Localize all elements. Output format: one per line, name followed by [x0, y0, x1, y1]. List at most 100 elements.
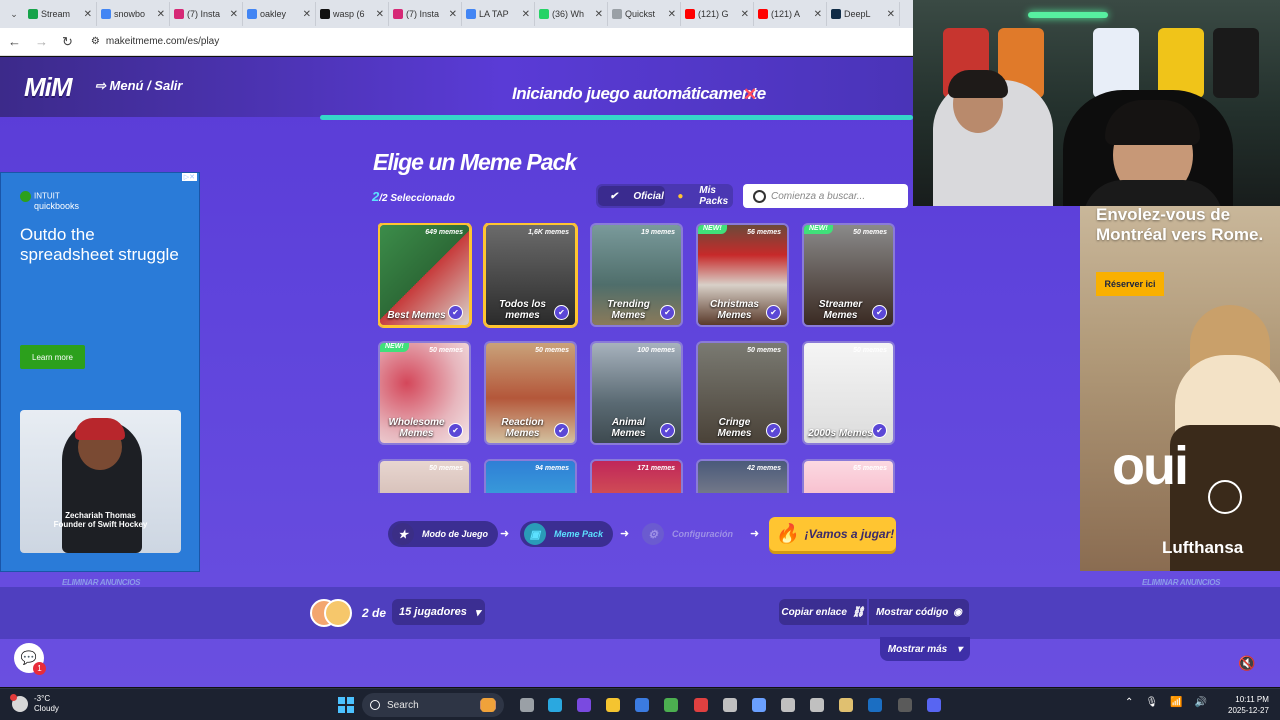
- browser-tab[interactable]: DeepL ✕: [827, 2, 900, 26]
- volume-icon[interactable]: 🔊: [1195, 697, 1207, 708]
- meme-pack-card[interactable]: 94 memes: [484, 459, 577, 493]
- close-tab-icon[interactable]: ✕: [230, 9, 238, 20]
- taskbar-app-icon[interactable]: [868, 698, 882, 712]
- start-game-button[interactable]: 🔥 ¡Vamos a jugar!: [769, 517, 896, 551]
- clock[interactable]: 10:11 PM 2025-12-27: [1228, 694, 1269, 716]
- meme-pack-card[interactable]: NEW! 50 memes Streamer Memes ✔: [802, 223, 895, 327]
- meme-pack-card[interactable]: 50 memes Cringe Memes ✔: [696, 341, 789, 445]
- browser-tab[interactable]: wasp (6 ✕: [316, 2, 389, 26]
- chat-button[interactable]: 💬 1: [14, 643, 46, 675]
- close-tab-icon[interactable]: ✕: [157, 9, 165, 20]
- step-game-mode[interactable]: ★ Modo de Juego: [388, 521, 498, 547]
- step-meme-pack[interactable]: ▣ Meme Pack: [520, 521, 614, 547]
- meme-pack-card[interactable]: 50 memes Reaction Memes ✔: [484, 341, 577, 445]
- chat-badge: 1: [33, 662, 46, 675]
- browser-tab[interactable]: (7) Insta ✕: [389, 2, 462, 26]
- max-players-select[interactable]: 15 jugadores ▾: [392, 599, 485, 625]
- lufthansa-ad[interactable]: Envolez-vous de Montréal vers Rome. Rése…: [1080, 205, 1280, 571]
- meme-pack-grid[interactable]: 649 memes Best Memes ✔ 1,6K memes Todos los …: [378, 223, 900, 493]
- reserve-button[interactable]: Réserver ici: [1096, 272, 1164, 296]
- browser-tab[interactable]: snowbo ✕: [97, 2, 170, 26]
- meme-pack-card[interactable]: 19 memes Trending Memes ✔: [590, 223, 683, 327]
- close-tab-icon[interactable]: ✕: [741, 9, 749, 20]
- tray-chevron-icon[interactable]: ⌃: [1125, 697, 1133, 708]
- close-tab-icon[interactable]: ✕: [887, 9, 895, 20]
- meme-pack-card[interactable]: 649 memes Best Memes ✔: [378, 223, 471, 327]
- browser-tab[interactable]: (121) A ✕: [754, 2, 827, 26]
- menu-exit-button[interactable]: ⇨ Menú / Salir: [95, 78, 182, 94]
- meme-pack-card[interactable]: 100 memes Animal Memes ✔: [590, 341, 683, 445]
- wifi-icon[interactable]: 📶: [1170, 697, 1182, 708]
- close-tab-icon[interactable]: ✕: [303, 9, 311, 20]
- taskbar-app-icon[interactable]: [520, 698, 534, 712]
- taskbar-app-icon[interactable]: [548, 698, 562, 712]
- toggle-official[interactable]: ✔ Oficial: [598, 186, 665, 206]
- close-tab-icon[interactable]: ✕: [668, 9, 676, 20]
- meme-pack-card[interactable]: NEW! 56 memes Christmas Memes ✔: [696, 223, 789, 327]
- browser-tab[interactable]: (36) Wh ✕: [535, 2, 608, 26]
- url-field[interactable]: ⚙ makeitmeme.com/es/play: [91, 36, 219, 47]
- browser-tab[interactable]: (7) Insta ✕: [170, 2, 243, 26]
- streamer-right-hair: [1105, 100, 1200, 145]
- taskbar-app-icon[interactable]: [481, 698, 495, 712]
- tab-list-chevron-icon[interactable]: ⌄: [4, 2, 24, 26]
- sound-muted-icon[interactable]: 🔇: [1238, 655, 1255, 672]
- windows-start-icon[interactable]: [338, 697, 354, 713]
- taskbar-app-icon[interactable]: [664, 698, 678, 712]
- meme-count: 56 memes: [747, 229, 781, 236]
- taskbar-app-icon[interactable]: [723, 698, 737, 712]
- close-tab-icon[interactable]: ✕: [814, 9, 822, 20]
- meme-pack-card[interactable]: 50 memes: [378, 459, 471, 493]
- browser-tab[interactable]: (121) G ✕: [681, 2, 754, 26]
- reload-icon[interactable]: ↻: [62, 34, 73, 50]
- close-tab-icon[interactable]: ✕: [449, 9, 457, 20]
- close-tab-icon[interactable]: ✕: [522, 9, 530, 20]
- meme-pack-card[interactable]: NEW! 50 memes Wholesome Memes ✔: [378, 341, 471, 445]
- adchoices-icon[interactable]: ▷✕: [181, 173, 197, 181]
- back-icon[interactable]: ←: [8, 34, 21, 49]
- taskbar-app-icon[interactable]: [694, 698, 708, 712]
- browser-tab[interactable]: Stream ✕: [24, 2, 97, 26]
- copy-link-button[interactable]: Copiar enlace ⛓: [779, 599, 867, 625]
- learn-more-button[interactable]: Learn more: [20, 345, 85, 369]
- quickbooks-ad[interactable]: ▷✕ INTUIT quickbooks Outdo the spreadshee…: [0, 172, 200, 572]
- taskbar-app-icon[interactable]: [781, 698, 795, 712]
- taskbar-app-icon[interactable]: [635, 698, 649, 712]
- meme-pack-card[interactable]: 171 memes: [590, 459, 683, 493]
- forward-icon[interactable]: →: [35, 34, 48, 49]
- browser-tab[interactable]: Quickst ✕: [608, 2, 681, 26]
- mim-logo[interactable]: MiM: [24, 72, 73, 103]
- weather-widget[interactable]: -3°C Cloudy: [10, 694, 59, 714]
- taskbar-app-icon[interactable]: [927, 698, 941, 712]
- toggle-my-packs[interactable]: ● Mis Packs: [665, 185, 732, 207]
- meme-pack-card[interactable]: 42 memes: [696, 459, 789, 493]
- meme-pack-card[interactable]: 65 memes: [802, 459, 895, 493]
- taskbar-app-icon[interactable]: [577, 698, 591, 712]
- show-more-button[interactable]: Mostrar más ▾: [880, 637, 970, 661]
- step-meme-pack-label: Meme Pack: [554, 529, 604, 539]
- browser-tab[interactable]: oakley ✕: [243, 2, 316, 26]
- close-tab-icon[interactable]: ✕: [84, 9, 92, 20]
- taskbar-app-icon[interactable]: [752, 698, 766, 712]
- mic-icon[interactable]: 🎙: [1145, 697, 1158, 708]
- browser-tab[interactable]: LA TAP ✕: [462, 2, 535, 26]
- show-code-button[interactable]: Mostrar código ◉: [869, 599, 969, 625]
- official-icon: ✔: [609, 190, 619, 202]
- eye-icon: ◉: [953, 606, 962, 618]
- remove-ads-link-left[interactable]: ELIMINAR ANUNCIOS: [62, 578, 140, 587]
- pack-search-input[interactable]: Comienza a buscar...: [743, 184, 908, 208]
- cancel-autostart-button[interactable]: ✕: [743, 85, 757, 105]
- step-configuration[interactable]: ⚙ Configuración: [638, 521, 743, 547]
- remove-ads-link-right[interactable]: ELIMINAR ANUNCIOS: [1142, 578, 1220, 587]
- meme-pack-card[interactable]: 1,6K memes Todos los memes ✔: [484, 223, 577, 327]
- close-tab-icon[interactable]: ✕: [595, 9, 603, 20]
- site-info-icon[interactable]: ⚙: [91, 36, 100, 47]
- taskbar-app-icon[interactable]: [839, 698, 853, 712]
- meme-count: 50 memes: [853, 229, 887, 236]
- tab-favicon-icon: [539, 9, 549, 19]
- taskbar-app-icon[interactable]: [898, 698, 912, 712]
- taskbar-app-icon[interactable]: [606, 698, 620, 712]
- taskbar-app-icon[interactable]: [810, 698, 824, 712]
- close-tab-icon[interactable]: ✕: [376, 9, 384, 20]
- meme-pack-card[interactable]: 50 memes 2000s Memes ✔: [802, 341, 895, 445]
